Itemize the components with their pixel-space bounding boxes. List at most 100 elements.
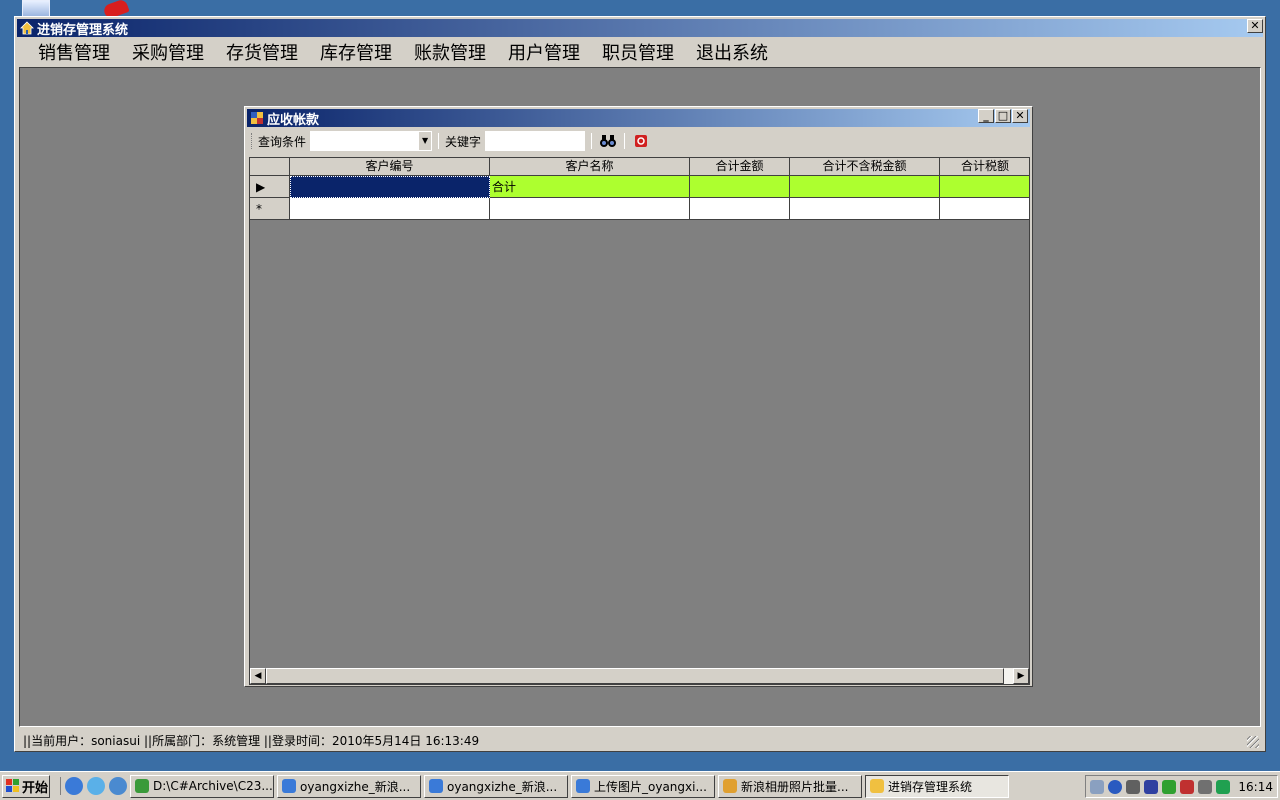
chevron-down-icon[interactable]: ▼: [419, 132, 432, 150]
status-text: ||当前用户：soniasui ||所属部门：系统管理 ||登录时间：2010年…: [23, 733, 480, 748]
column-header[interactable]: 合计税额: [940, 158, 1029, 176]
upload-icon: [723, 779, 737, 793]
grid-header: 客户编号 客户名称 合计金额 合计不含税金额 合计税额: [250, 158, 1029, 176]
resize-grip[interactable]: [1247, 736, 1259, 748]
task-button[interactable]: 新浪相册照片批量...: [718, 774, 862, 798]
binoculars-icon: [600, 135, 617, 147]
table-cell[interactable]: [940, 176, 1029, 198]
task-button[interactable]: 上传图片_oyangxi...: [571, 774, 715, 798]
new-row[interactable]: *: [250, 198, 1029, 220]
query-condition-label: 查询条件: [258, 134, 307, 149]
table-cell[interactable]: [940, 198, 1029, 220]
column-header[interactable]: 合计不含税金额: [790, 158, 940, 176]
ie-icon: [282, 779, 296, 793]
clock[interactable]: 16:14: [1238, 780, 1273, 794]
menu-inventory[interactable]: 库存管理: [309, 39, 403, 65]
menu-exit[interactable]: 退出系统: [685, 39, 779, 65]
usb-icon[interactable]: [1126, 779, 1141, 794]
start-button[interactable]: 开始: [2, 774, 50, 798]
desktop-icon[interactable]: [22, 0, 50, 16]
main-titlebar[interactable]: 进销存管理系统: [17, 19, 1263, 38]
table-cell[interactable]: [290, 176, 490, 198]
menu-staff[interactable]: 职员管理: [591, 39, 685, 65]
task-label: oyangxizhe_新浪...: [447, 779, 558, 794]
bluetooth-icon[interactable]: [1144, 779, 1159, 794]
browser-icon[interactable]: [109, 777, 127, 795]
help-icon[interactable]: [1108, 779, 1123, 794]
current-row-indicator[interactable]: ▶: [250, 176, 290, 198]
search-button[interactable]: [598, 131, 618, 151]
new-row-indicator[interactable]: *: [250, 198, 290, 220]
task-button[interactable]: D:\C#Archive\C23...: [130, 774, 274, 798]
task-button-active[interactable]: 进销存管理系统: [865, 774, 1009, 798]
globe-icon: [135, 779, 149, 793]
child-close-button[interactable]: ✕: [1012, 109, 1028, 123]
table-cell[interactable]: [690, 198, 790, 220]
start-label: 开始: [22, 780, 49, 796]
table-cell[interactable]: 合计: [490, 176, 690, 198]
ie-icon[interactable]: [65, 777, 83, 795]
task-label: 新浪相册照片批量...: [741, 779, 849, 794]
query-toolbar: 查询条件 ▼ 关键字: [247, 129, 1030, 153]
child-title: 应收帐款: [267, 112, 320, 128]
keyword-input[interactable]: [485, 131, 586, 151]
table-row[interactable]: ▶ 合计: [250, 176, 1029, 198]
task-label: oyangxizhe_新浪...: [300, 779, 411, 794]
scroll-left-button[interactable]: ◀: [250, 668, 266, 684]
receivables-grid[interactable]: 客户编号 客户名称 合计金额 合计不含税金额 合计税额 ▶ 合计 * ◀ ▶: [249, 157, 1030, 685]
network-disconnected-icon[interactable]: [1180, 779, 1195, 794]
task-button[interactable]: oyangxizhe_新浪...: [277, 774, 421, 798]
toolbar-separator: [591, 133, 593, 149]
minimize-button[interactable]: _: [978, 109, 994, 123]
shield-icon[interactable]: [87, 777, 105, 795]
keyword-label: 关键字: [445, 134, 482, 149]
stop-icon: [635, 135, 648, 147]
horizontal-scrollbar[interactable]: ◀ ▶: [250, 668, 1029, 684]
task-button[interactable]: oyangxizhe_新浪...: [424, 774, 568, 798]
toolbar-separator: [438, 133, 440, 149]
volume-icon[interactable]: [1198, 779, 1213, 794]
menu-goods[interactable]: 存货管理: [215, 39, 309, 65]
task-label: D:\C#Archive\C23...: [153, 779, 273, 793]
toolbar-separator: [624, 133, 626, 149]
menu-users[interactable]: 用户管理: [497, 39, 591, 65]
query-condition-combo[interactable]: ▼: [310, 131, 433, 151]
windows-logo-icon: [6, 779, 19, 792]
security-icon[interactable]: [1162, 779, 1177, 794]
ie-icon: [429, 779, 443, 793]
menu-accounts[interactable]: 账款管理: [403, 39, 497, 65]
column-header[interactable]: 客户名称: [490, 158, 690, 176]
system-tray: 16:14: [1085, 775, 1278, 798]
maximize-button[interactable]: □: [995, 109, 1011, 123]
main-title: 进销存管理系统: [37, 22, 129, 38]
scroll-right-button[interactable]: ▶: [1013, 668, 1029, 684]
quick-launch: [60, 777, 127, 795]
table-cell[interactable]: [790, 176, 940, 198]
network-icon[interactable]: [1090, 779, 1105, 794]
table-cell[interactable]: [490, 198, 690, 220]
update-icon[interactable]: [1216, 779, 1231, 794]
row-header-corner: [250, 158, 290, 176]
close-button[interactable]: ✕: [1247, 19, 1263, 33]
ie-icon: [576, 779, 590, 793]
receivables-window: 应收帐款 _ □ ✕ 查询条件 ▼ 关键字 客户编号 客户名称 合计金额 合计不…: [244, 106, 1033, 687]
menu-bar: 销售管理 采购管理 存货管理 库存管理 账款管理 用户管理 职员管理 退出系统: [17, 39, 1263, 65]
home-icon: [20, 21, 34, 35]
task-label: 上传图片_oyangxi...: [594, 779, 707, 794]
menu-purchase[interactable]: 采购管理: [121, 39, 215, 65]
taskbar: 开始 D:\C#Archive\C23... oyangxizhe_新浪... …: [0, 771, 1280, 800]
scroll-thumb[interactable]: [266, 668, 1004, 684]
column-header[interactable]: 合计金额: [690, 158, 790, 176]
table-cell[interactable]: [290, 198, 490, 220]
form-icon: [250, 111, 264, 125]
scroll-track[interactable]: [266, 668, 1013, 684]
toolbar-grip[interactable]: [251, 133, 254, 149]
column-header[interactable]: 客户编号: [290, 158, 490, 176]
task-label: 进销存管理系统: [888, 779, 973, 794]
menu-sales[interactable]: 销售管理: [27, 39, 121, 65]
child-titlebar[interactable]: 应收帐款: [247, 109, 1030, 128]
table-cell[interactable]: [690, 176, 790, 198]
table-cell[interactable]: [790, 198, 940, 220]
home-icon: [870, 779, 884, 793]
exit-button[interactable]: [631, 131, 651, 151]
